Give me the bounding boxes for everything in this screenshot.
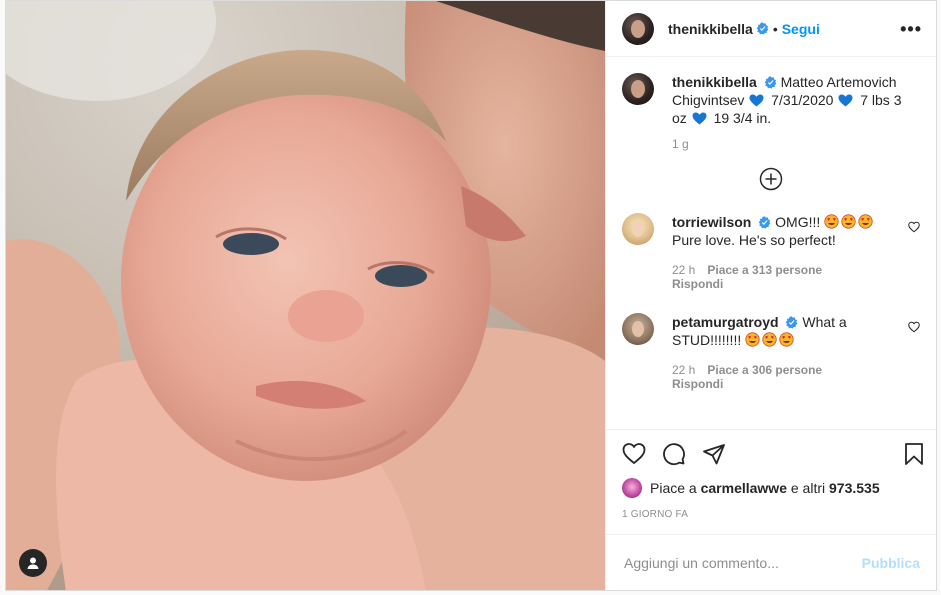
comment-time: 22 h xyxy=(672,263,696,277)
caption-date: 7/31/2020 xyxy=(771,92,834,108)
like-comment-heart-icon[interactable] xyxy=(908,321,920,333)
comments-list: thenikkibella Matteo Artemovich Chigvint… xyxy=(606,57,936,429)
follow-button[interactable]: Segui xyxy=(782,21,820,37)
tagged-users-button[interactable] xyxy=(19,549,47,577)
caption-length: 19 3/4 in. xyxy=(713,110,772,126)
add-comment-bar: Pubblica xyxy=(606,534,936,590)
commenter-username[interactable]: torriewilson xyxy=(672,214,751,230)
more-options-icon[interactable]: ••• xyxy=(900,20,922,38)
verified-badge-icon xyxy=(786,316,798,329)
comment-likes[interactable]: Piace a 306 persone xyxy=(707,363,822,377)
likes-user[interactable]: carmellawwe xyxy=(701,480,787,496)
share-paper-plane-icon[interactable] xyxy=(702,442,726,466)
author-avatar[interactable] xyxy=(622,12,654,45)
comment-meta: 22 h Piace a 313 persone xyxy=(672,263,894,277)
commenter-avatar[interactable] xyxy=(622,313,654,345)
heart-eyes-emoji-icon xyxy=(824,214,839,229)
blue-heart-icon xyxy=(838,94,853,107)
comment-item: petamurgatroyd What a STUD!!!!!!!! 22 hP… xyxy=(622,313,920,391)
post-photo[interactable] xyxy=(6,1,605,590)
comment-time: 22 h xyxy=(672,363,696,377)
caption-text: thenikkibella Matteo Artemovich Chigvint… xyxy=(672,73,920,127)
verified-badge-icon xyxy=(756,22,769,35)
verified-badge-icon xyxy=(764,76,777,89)
baby-photo-image xyxy=(6,1,605,590)
like-heart-icon[interactable] xyxy=(622,442,646,466)
load-more-comments-icon[interactable] xyxy=(759,167,783,191)
heart-eyes-emoji-icon xyxy=(779,332,794,347)
heart-eyes-emoji-icon xyxy=(858,214,873,229)
post-time-ago: 1 giorno fa xyxy=(622,509,689,520)
comment-text: OMG!!! xyxy=(775,214,821,230)
post-actions xyxy=(606,429,936,477)
post-caption: thenikkibella Matteo Artemovich Chigvint… xyxy=(622,73,920,127)
likes-prefix: Piace a xyxy=(650,480,697,496)
liker-avatar[interactable] xyxy=(622,478,642,498)
commenter-username[interactable]: petamurgatroyd xyxy=(672,314,779,330)
likes-count[interactable]: 973.535 xyxy=(829,480,880,496)
comment-bubble-icon[interactable] xyxy=(662,442,686,466)
verified-badge-icon xyxy=(758,216,771,229)
blue-heart-icon xyxy=(692,112,707,125)
caption-username[interactable]: thenikkibella xyxy=(672,74,757,90)
comment-likes[interactable]: Piace a 313 persone xyxy=(707,263,822,277)
publish-button[interactable]: Pubblica xyxy=(862,555,920,571)
post-header: thenikkibella • Segui ••• xyxy=(606,1,936,57)
blue-heart-icon xyxy=(749,94,764,107)
caption-time: 1 g xyxy=(672,137,689,151)
comment-meta: 22 h Piace a 306 persone xyxy=(672,363,894,377)
heart-eyes-emoji-group xyxy=(824,214,875,230)
post-side-panel: thenikkibella • Segui ••• thenikkibella … xyxy=(605,1,936,590)
user-icon xyxy=(27,557,39,569)
comment-item: torriewilson OMG!!! Pure love. He's so p… xyxy=(622,213,920,291)
likes-summary: Piace a carmellawwe e altri 973.535 xyxy=(606,477,936,499)
bookmark-save-icon[interactable] xyxy=(902,442,926,466)
separator-dot: • xyxy=(772,20,778,37)
heart-eyes-emoji-group xyxy=(745,332,796,348)
caption-author-avatar[interactable] xyxy=(622,73,654,105)
commenter-avatar[interactable] xyxy=(622,213,654,245)
like-comment-heart-icon[interactable] xyxy=(908,221,920,233)
comment-text-continued: Pure love. He's so perfect! xyxy=(672,232,836,248)
reply-button[interactable]: Rispondi xyxy=(672,277,894,291)
likes-suffix: e altri xyxy=(790,480,826,496)
heart-eyes-emoji-icon xyxy=(841,214,856,229)
comment-input[interactable] xyxy=(622,553,862,572)
post-card: thenikkibella • Segui ••• thenikkibella … xyxy=(5,0,937,591)
heart-eyes-emoji-icon xyxy=(745,332,760,347)
heart-eyes-emoji-icon xyxy=(762,332,777,347)
author-username[interactable]: thenikkibella xyxy=(668,21,753,37)
reply-button[interactable]: Rispondi xyxy=(672,377,894,391)
